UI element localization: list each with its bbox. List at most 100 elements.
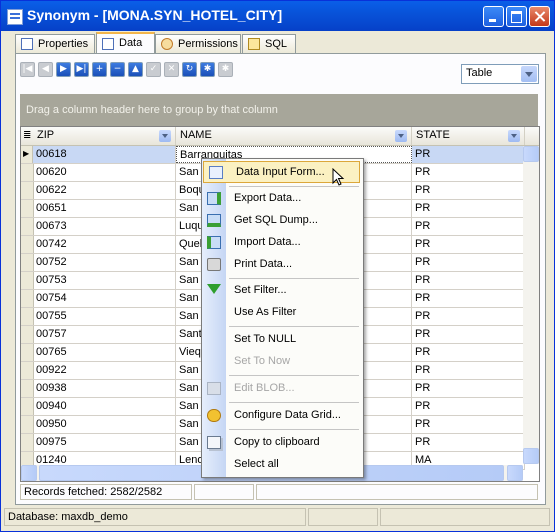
tab-permissions[interactable]: Permissions (155, 34, 241, 53)
menu-item-print-data[interactable]: Print Data... (202, 254, 361, 276)
group-by-panel[interactable]: Drag a column header here to group by th… (20, 94, 538, 126)
title-bar[interactable]: Synonym - [MONA.SYN_HOTEL_CITY] (1, 1, 554, 31)
form-icon (209, 166, 223, 179)
sql-dump-icon (207, 214, 221, 227)
tab-data[interactable]: Data (96, 32, 155, 54)
menu-separator (229, 326, 359, 327)
vertical-scrollbar[interactable] (523, 146, 539, 464)
cell-zip[interactable]: 00651 (33, 200, 176, 217)
cell-zip[interactable]: 00618 (33, 146, 176, 163)
cell-state[interactable]: PR (412, 380, 525, 397)
menu-item-get-sql-dump[interactable]: Get SQL Dump... (202, 210, 361, 232)
apply-updates-icon[interactable]: ✱ (200, 62, 215, 77)
tab-properties[interactable]: Properties (15, 34, 95, 53)
table-window-icon[interactable] (7, 9, 23, 25)
synonym-window: Synonym - [MONA.SYN_HOTEL_CITY] Properti… (0, 0, 555, 532)
cell-zip[interactable]: 00940 (33, 398, 176, 415)
menu-item-use-as-filter[interactable]: Use As Filter (202, 302, 361, 324)
cell-zip[interactable]: 00673 (33, 218, 176, 235)
cell-state[interactable]: PR (412, 254, 525, 271)
cell-state[interactable]: PR (412, 200, 525, 217)
menu-item-label: Configure Data Grid... (234, 409, 341, 421)
menu-item-set-filter[interactable]: Set Filter... (202, 280, 361, 302)
cell-zip[interactable]: 00765 (33, 344, 176, 361)
column-header-name[interactable]: NAME (176, 127, 412, 145)
menu-item-configure-data-grid[interactable]: Configure Data Grid... (202, 405, 361, 427)
cell-zip[interactable]: 00753 (33, 272, 176, 289)
tab-label: Permissions (178, 38, 238, 50)
filter-dropdown-icon[interactable] (508, 130, 520, 142)
cell-state[interactable]: PR (412, 326, 525, 343)
cell-zip[interactable]: 00938 (33, 380, 176, 397)
cell-state[interactable]: PR (412, 272, 525, 289)
menu-item-edit-blob[interactable]: Edit BLOB... (202, 378, 361, 400)
column-header-state[interactable]: STATE (412, 127, 525, 145)
current-row-indicator-icon[interactable]: ▶ (21, 146, 33, 163)
cell-state[interactable]: PR (412, 308, 525, 325)
printer-icon (207, 258, 221, 271)
minimize-button[interactable] (483, 6, 504, 27)
cell-state[interactable]: PR (412, 182, 525, 199)
cell-state[interactable]: PR (412, 164, 525, 181)
cell-zip[interactable]: 00755 (33, 308, 176, 325)
cell-zip[interactable]: 00754 (33, 290, 176, 307)
menu-item-export-data[interactable]: Export Data... (202, 188, 361, 210)
cell-state[interactable]: PR (412, 236, 525, 253)
filter-dropdown-icon[interactable] (159, 130, 171, 142)
cell-state[interactable]: PR (412, 146, 525, 163)
cell-state[interactable]: PR (412, 434, 525, 451)
next-record-icon[interactable]: ▶ (56, 62, 71, 77)
cell-zip[interactable]: 00752 (33, 254, 176, 271)
view-mode-value: Table (466, 67, 493, 79)
refresh-icon[interactable]: ↻ (182, 62, 197, 77)
cell-state[interactable]: PR (412, 398, 525, 415)
menu-item-label: Export Data... (234, 192, 302, 204)
tab-label: Properties (38, 38, 89, 50)
filter-dropdown-icon[interactable] (395, 130, 407, 142)
cancel-updates-icon[interactable]: ✱ (218, 62, 233, 77)
cell-zip[interactable]: 00950 (33, 416, 176, 433)
scroll-down-icon[interactable] (523, 448, 539, 464)
cell-state[interactable]: PR (412, 344, 525, 361)
menu-item-label: Print Data... (234, 258, 293, 270)
status-panel (256, 484, 538, 500)
cell-state[interactable]: PR (412, 362, 525, 379)
column-chooser-icon[interactable]: ≣ (21, 127, 33, 145)
cell-state[interactable]: PR (412, 218, 525, 235)
menu-item-label: Set To NULL (234, 333, 297, 345)
cell-state[interactable]: PR (412, 416, 525, 433)
window-status-bar: Database: maxdb_demo (4, 508, 551, 528)
post-edit-icon[interactable]: ✓ (146, 62, 161, 77)
menu-item-copy-to-clipboard[interactable]: Copy to clipboard (202, 432, 361, 454)
menu-item-set-to-now[interactable]: Set To Now (202, 351, 361, 373)
scroll-up-icon[interactable] (523, 146, 539, 162)
prior-record-icon[interactable]: ◀ (38, 62, 53, 77)
close-button[interactable] (529, 6, 550, 27)
first-record-icon[interactable]: |◀ (20, 62, 35, 77)
column-header-zip[interactable]: ZIP (33, 127, 176, 145)
maximize-button[interactable] (506, 6, 527, 27)
tab-sql[interactable]: SQL (242, 34, 296, 53)
cell-zip[interactable]: 00757 (33, 326, 176, 343)
scroll-left-icon[interactable] (21, 465, 37, 481)
cell-zip[interactable]: 00742 (33, 236, 176, 253)
edit-record-icon[interactable]: ▲ (128, 62, 143, 77)
cancel-edit-icon[interactable]: ✕ (164, 62, 179, 77)
grid-icon (102, 38, 114, 50)
cell-zip[interactable]: 00620 (33, 164, 176, 181)
cell-zip[interactable]: 00975 (33, 434, 176, 451)
tab-label: SQL (265, 38, 288, 50)
menu-item-import-data[interactable]: Import Data... (202, 232, 361, 254)
chevron-down-icon[interactable] (521, 66, 537, 82)
delete-record-icon[interactable]: − (110, 62, 125, 77)
menu-item-select-all[interactable]: Select all (202, 454, 361, 476)
view-mode-select[interactable]: Table (461, 64, 539, 84)
last-record-icon[interactable]: ▶| (74, 62, 89, 77)
cell-zip[interactable]: 00622 (33, 182, 176, 199)
properties-icon (21, 38, 33, 50)
cell-zip[interactable]: 00922 (33, 362, 176, 379)
menu-item-set-to-null[interactable]: Set To NULL (202, 329, 361, 351)
insert-record-icon[interactable]: + (92, 62, 107, 77)
cell-state[interactable]: PR (412, 290, 525, 307)
scroll-right-icon[interactable] (507, 465, 523, 481)
